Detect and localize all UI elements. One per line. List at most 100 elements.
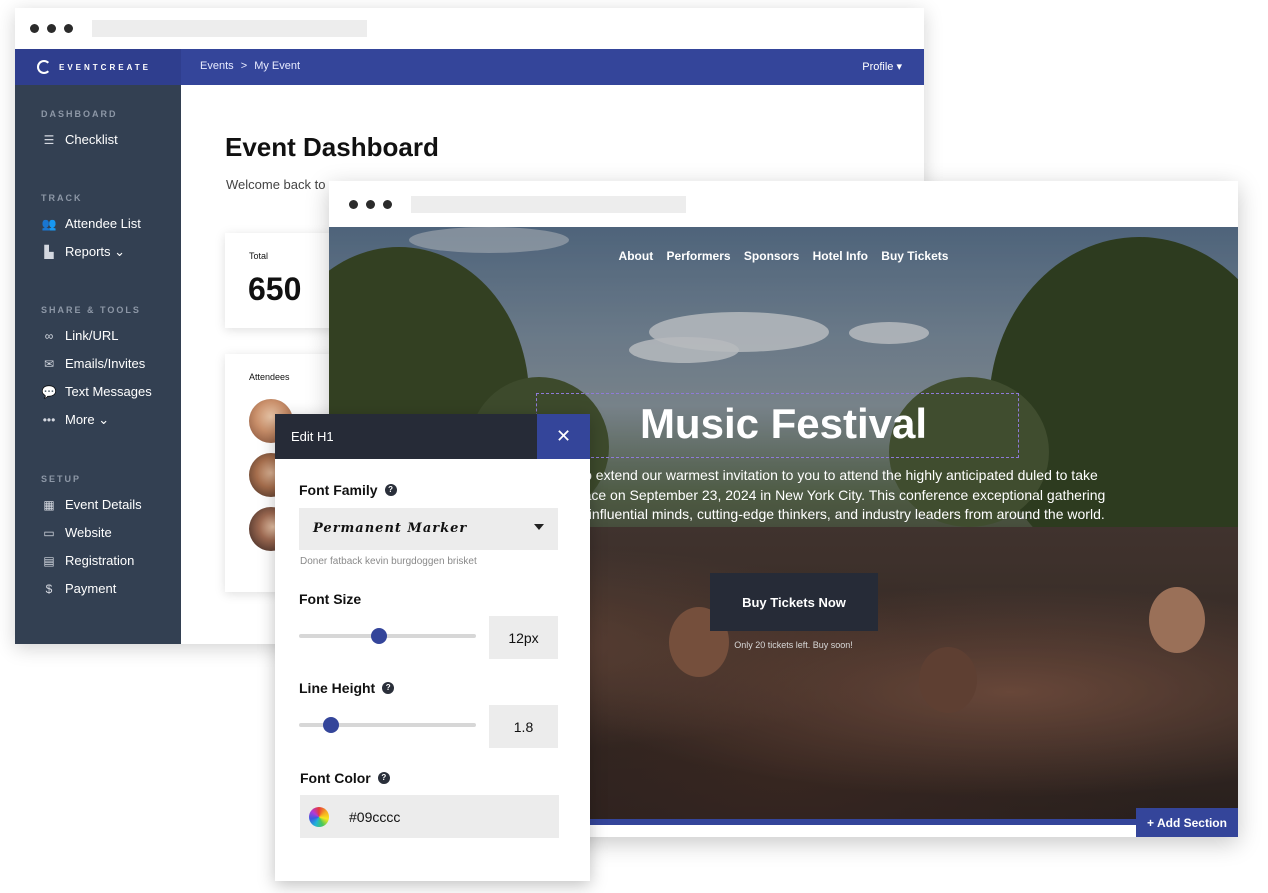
font-color-label: Font Color ? — [300, 770, 390, 786]
dollar-icon: $ — [45, 581, 53, 596]
total-label: Total — [249, 251, 269, 261]
font-size-label: Font Size — [299, 591, 361, 607]
hero-description[interactable]: to extend our warmest invitation to you … — [569, 466, 1109, 525]
breadcrumb-my-event[interactable]: My Event — [254, 60, 300, 72]
sidebar-item-event-details[interactable]: ▦ Event Details — [41, 497, 142, 512]
more-icon: ••• — [42, 413, 56, 427]
sidebar-item-registration[interactable]: ▤ Registration — [41, 553, 134, 568]
link-icon: ∞ — [44, 328, 54, 343]
window-dot — [349, 199, 358, 209]
line-height-slider[interactable] — [299, 717, 476, 733]
address-bar[interactable] — [92, 20, 367, 37]
font-size-input[interactable]: 12px — [489, 616, 558, 659]
site-nav: About Performers Sponsors Hotel Info Buy… — [329, 249, 1238, 263]
window-dot — [30, 24, 39, 33]
close-icon: ✕ — [555, 426, 572, 446]
font-color-picker[interactable]: #09cccc — [300, 795, 559, 838]
caret-down-icon — [534, 524, 544, 530]
sidebar-item-label: Reports ⌄ — [65, 244, 126, 259]
sidebar-item-attendee-list[interactable]: 👥 Attendee List — [41, 216, 141, 231]
sidebar-item-more[interactable]: ••• More ⌄ — [41, 412, 109, 428]
breadcrumb: Events > My Event — [200, 60, 304, 72]
site-nav-performers[interactable]: Performers — [667, 249, 731, 263]
sidebar-section-setup: SETUP — [41, 474, 82, 484]
add-section-button[interactable]: + Add Section — [1136, 808, 1238, 837]
window-dot — [383, 199, 392, 209]
breadcrumb-separator: > — [240, 60, 248, 72]
window-dot — [64, 24, 73, 33]
site-nav-hotel-info[interactable]: Hotel Info — [813, 249, 868, 263]
window-dot — [47, 24, 56, 33]
font-color-value[interactable]: #09cccc — [349, 809, 400, 825]
font-color-label-text: Font Color — [300, 770, 371, 786]
address-bar[interactable] — [411, 195, 686, 213]
total-value: 650 — [248, 271, 302, 307]
close-button[interactable]: ✕ — [537, 414, 590, 459]
profile-menu[interactable]: Profile ▾ — [862, 60, 902, 73]
clipboard-icon: ▤ — [43, 553, 55, 568]
top-nav-bar: EVENTCREATE Events > My Event Profile ▾ — [15, 49, 924, 85]
sidebar-item-label: Event Details — [65, 497, 142, 512]
sidebar-item-label: Checklist — [65, 132, 118, 147]
line-height-input[interactable]: 1.8 — [489, 705, 558, 748]
sidebar-item-emails-invites[interactable]: ✉ Emails/Invites — [41, 356, 145, 371]
sidebar-item-payment[interactable]: $ Payment — [41, 581, 117, 596]
users-icon: 👥 — [41, 216, 57, 231]
color-wheel-icon[interactable] — [309, 806, 329, 827]
help-icon[interactable]: ? — [377, 772, 390, 784]
browser-chrome — [15, 8, 924, 49]
checklist-icon: ☰ — [43, 132, 55, 147]
help-icon[interactable]: ? — [384, 484, 397, 496]
font-family-select[interactable]: Permanent Marker — [299, 508, 558, 550]
site-nav-buy-tickets[interactable]: Buy Tickets — [881, 249, 948, 263]
calendar-icon: ▦ — [43, 497, 55, 512]
welcome-text: Welcome back to — [226, 177, 326, 192]
window-dot — [366, 199, 375, 209]
sidebar-item-label: Attendee List — [65, 216, 141, 231]
line-height-label-text: Line Height — [299, 680, 376, 696]
panel-title: Edit H1 — [291, 429, 334, 444]
brand-logo[interactable]: EVENTCREATE — [15, 49, 181, 85]
sidebar-section-track: TRACK — [41, 193, 83, 203]
bar-chart-icon: ▙ — [44, 245, 54, 259]
chat-icon: 💬 — [41, 384, 57, 399]
sidebar-item-label: Text Messages — [65, 384, 152, 399]
font-family-hint: Doner fatback kevin burgdoggen brisket — [300, 556, 477, 567]
sidebar: DASHBOARD ☰ Checklist TRACK 👥 Attendee L… — [15, 85, 181, 644]
sidebar-item-text-messages[interactable]: 💬 Text Messages — [41, 384, 152, 399]
brand-name: EVENTCREATE — [59, 62, 151, 72]
site-nav-sponsors[interactable]: Sponsors — [744, 249, 799, 263]
font-family-label-text: Font Family — [299, 482, 378, 498]
panel-header: Edit H1 ✕ — [275, 414, 590, 459]
line-height-label: Line Height ? — [299, 680, 395, 696]
sidebar-item-reports[interactable]: ▙ Reports ⌄ — [41, 244, 125, 260]
monitor-icon: ▭ — [43, 525, 55, 540]
sidebar-item-label: Website — [65, 525, 112, 540]
sidebar-section-share-tools: SHARE & TOOLS — [41, 305, 141, 315]
logo-icon — [37, 60, 51, 74]
site-nav-about[interactable]: About — [619, 249, 654, 263]
page-title: Event Dashboard — [225, 132, 439, 162]
sidebar-item-label: Payment — [65, 581, 117, 596]
sidebar-item-label: More ⌄ — [65, 412, 110, 427]
sidebar-item-link-url[interactable]: ∞ Link/URL — [41, 328, 119, 343]
edit-h1-panel: Edit H1 ✕ Font Family ? Permanent Marker… — [275, 414, 590, 881]
font-family-label: Font Family ? — [299, 482, 397, 498]
sidebar-item-label: Emails/Invites — [65, 356, 146, 371]
font-size-label-text: Font Size — [299, 591, 362, 607]
font-family-value: Permanent Marker — [313, 521, 468, 536]
help-icon[interactable]: ? — [382, 682, 395, 694]
slider-thumb[interactable] — [371, 628, 388, 644]
slider-thumb[interactable] — [323, 717, 340, 733]
font-size-slider[interactable] — [299, 628, 476, 644]
attendees-label: Attendees — [249, 372, 290, 382]
breadcrumb-events[interactable]: Events — [200, 60, 234, 72]
browser-chrome — [329, 181, 1238, 227]
sidebar-item-label: Link/URL — [65, 328, 119, 343]
sidebar-section-dashboard: DASHBOARD — [41, 109, 118, 119]
sidebar-item-checklist[interactable]: ☰ Checklist — [41, 132, 118, 147]
sidebar-item-website[interactable]: ▭ Website — [41, 525, 112, 540]
buy-tickets-now-button[interactable]: Buy Tickets Now — [710, 573, 878, 631]
mail-icon: ✉ — [43, 356, 55, 371]
sidebar-item-label: Registration — [65, 553, 135, 568]
